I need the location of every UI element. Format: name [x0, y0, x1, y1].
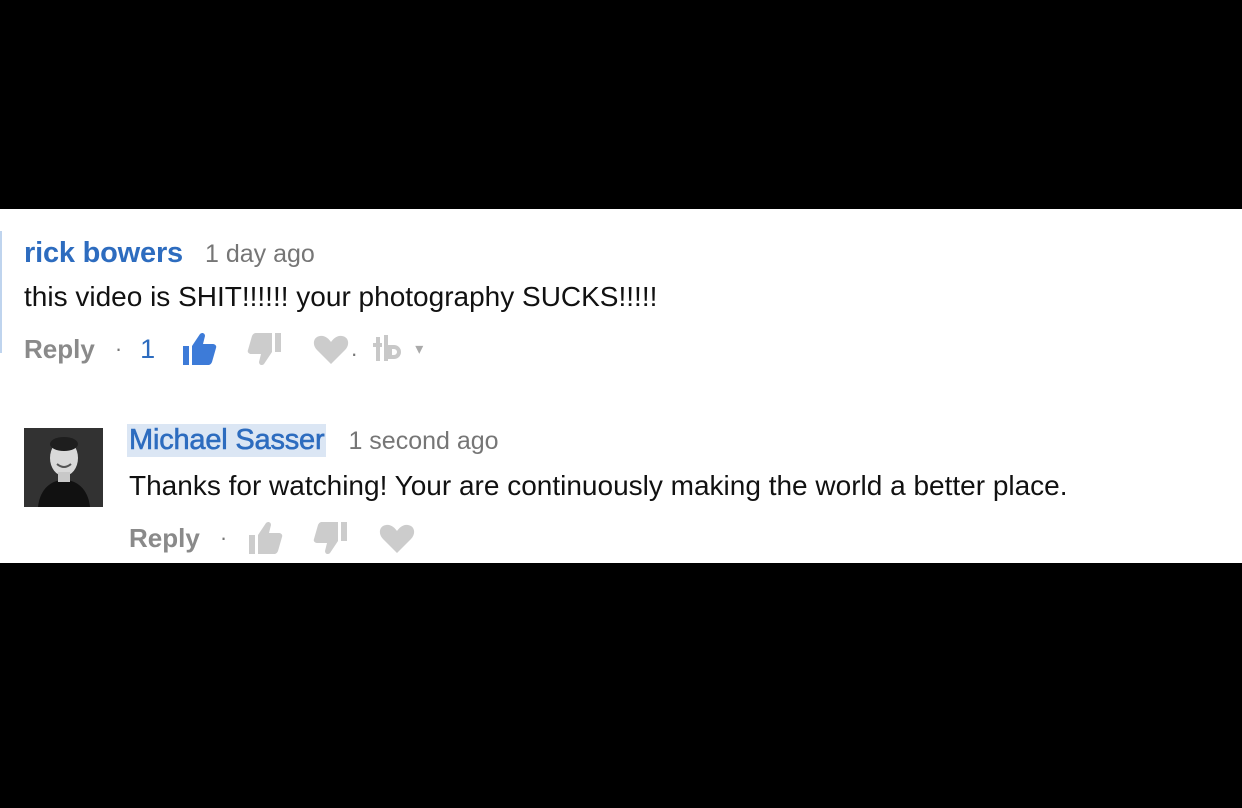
comment-rick-bowers: rick bowers 1 day ago this video is SHIT…: [24, 237, 657, 369]
heart-dot: .: [351, 336, 358, 361]
comment-timestamp[interactable]: 1 second ago: [348, 427, 498, 456]
thumbs-down-icon[interactable]: [245, 329, 285, 369]
comment-text: Thanks for watching! Your are continuous…: [129, 470, 1068, 501]
separator-dot: ·: [114, 336, 123, 361]
reply-button[interactable]: Reply: [129, 523, 200, 554]
avatar[interactable]: [24, 428, 103, 507]
reply-button[interactable]: Reply: [24, 334, 95, 365]
thumbs-up-icon[interactable]: [179, 329, 219, 369]
comment-timestamp[interactable]: 1 day ago: [205, 240, 315, 269]
separator-dot: ·: [219, 525, 228, 550]
comment-actions: Reply ·: [129, 518, 1068, 558]
like-count: 1: [140, 333, 156, 364]
thread-accent-bar: [0, 231, 2, 353]
comment-author-link[interactable]: Michael Sasser: [127, 424, 327, 457]
comment-header: Michael Sasser 1 second ago: [127, 424, 1068, 460]
comment-header: rick bowers 1 day ago: [24, 237, 657, 273]
heart-icon[interactable]: [311, 329, 351, 369]
thumbs-up-icon[interactable]: [245, 518, 285, 558]
heart-icon[interactable]: [377, 518, 417, 558]
tubebuddy-icon[interactable]: [371, 333, 407, 365]
comment-author-link[interactable]: rick bowers: [24, 237, 183, 270]
caret-down-icon[interactable]: ▾: [415, 339, 423, 359]
comment-body: Michael Sasser 1 second ago Thanks for w…: [127, 424, 1068, 558]
comment-text: this video is SHIT!!!!!! your photograph…: [24, 281, 658, 312]
comments-panel: rick bowers 1 day ago this video is SHIT…: [0, 209, 1242, 563]
thumbs-down-icon[interactable]: [311, 518, 351, 558]
comment-actions: Reply · 1 . ▾: [24, 329, 657, 369]
